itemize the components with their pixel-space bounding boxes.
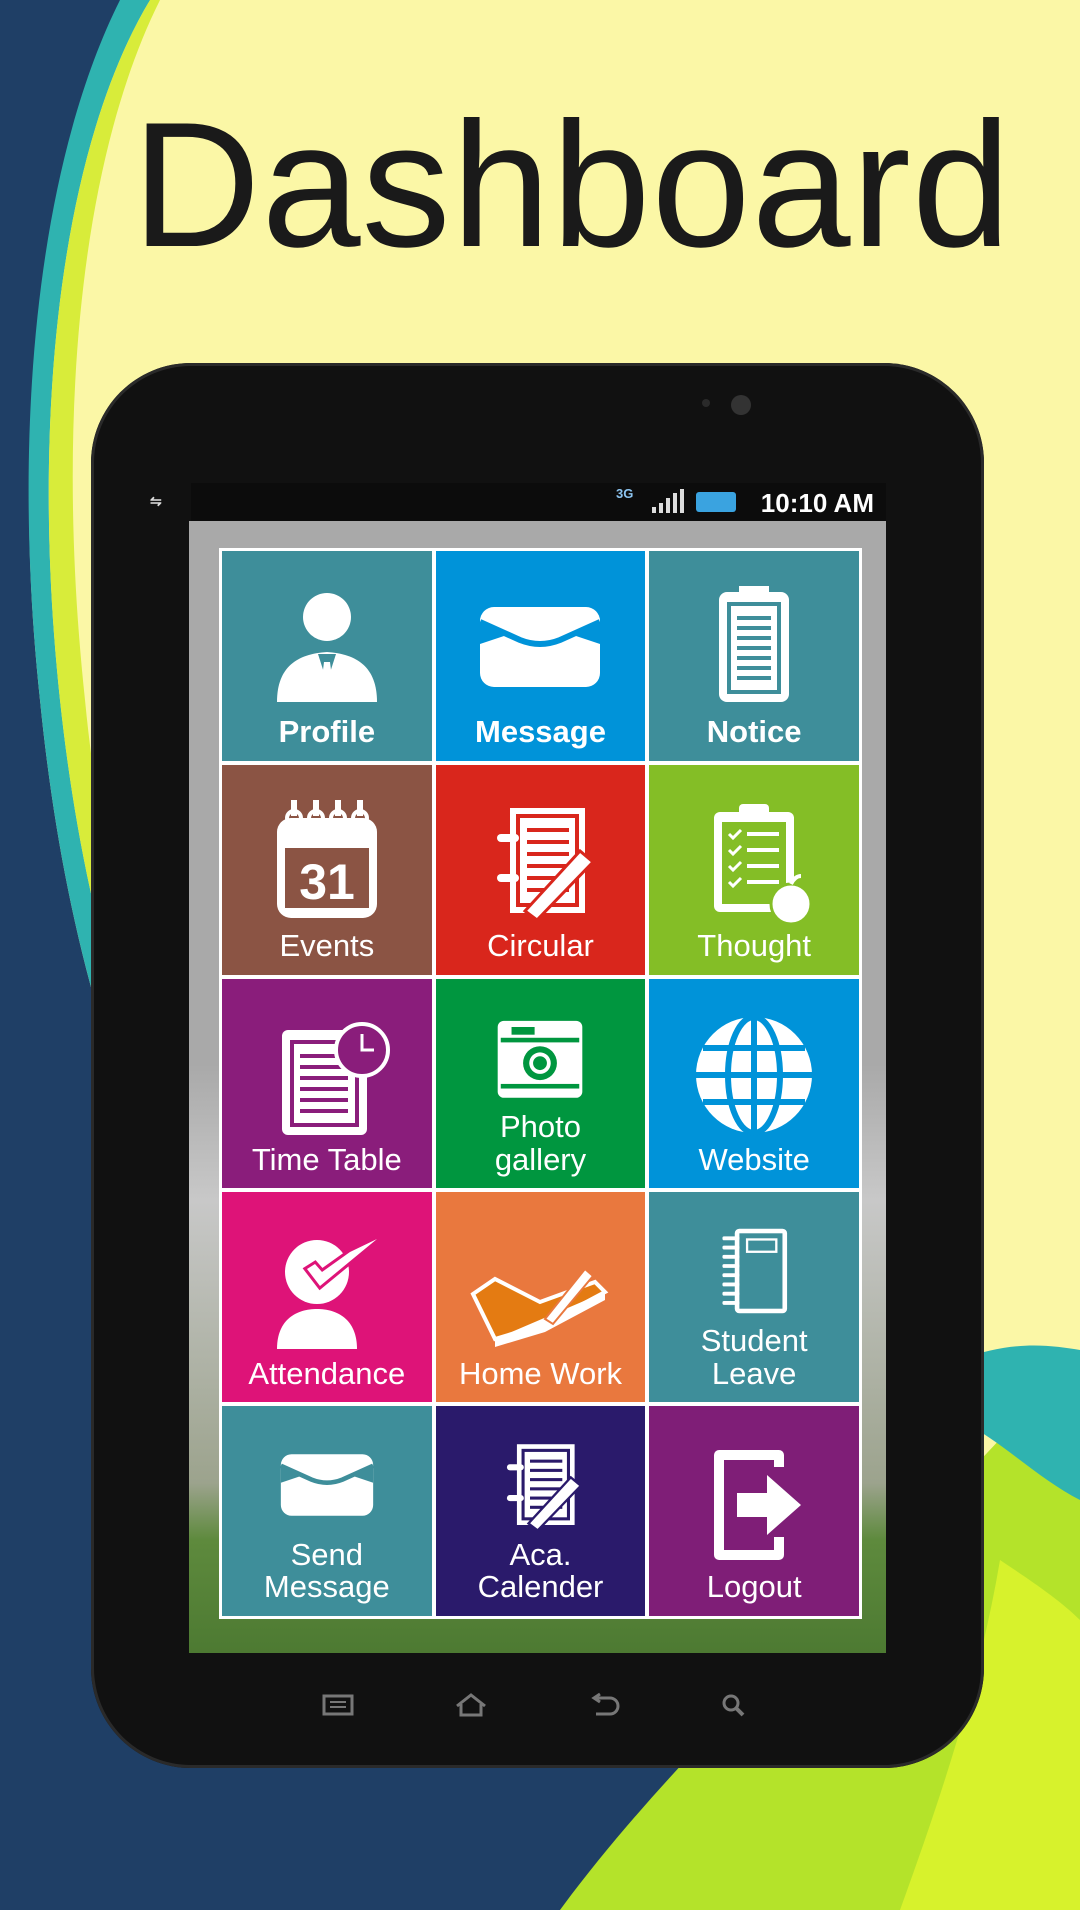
clipboard-icon: [719, 586, 790, 703]
logout-icon: [714, 1450, 802, 1561]
clock: 10:10 AM: [760, 488, 874, 518]
tile-label: Circular: [487, 928, 594, 964]
open-book-pen-icon: [470, 1267, 609, 1347]
status-bar: ⇋ 3G 10:10 AM: [150, 483, 886, 521]
tile-label: Photo gallery: [494, 1109, 587, 1177]
tile-circular[interactable]: Circular: [435, 764, 646, 975]
tile-label: Notice: [706, 714, 802, 750]
tile-label: Attendance: [248, 1355, 406, 1391]
calendar-icon: 31: [276, 800, 377, 919]
notebook-pen-icon: [497, 808, 596, 923]
tile-events[interactable]: 31 Events: [222, 764, 432, 975]
tile-attendance[interactable]: Attendance: [222, 1192, 432, 1403]
tile-label: Thought: [697, 928, 812, 964]
camera-lens: [731, 395, 751, 415]
tile-label: Send Message: [263, 1536, 390, 1605]
tile-thought[interactable]: Thought: [649, 764, 859, 975]
camera-icon: [498, 1021, 583, 1099]
tile-website[interactable]: Website: [649, 978, 859, 1189]
tile-send-message[interactable]: Send Message: [222, 1406, 432, 1616]
envelope-icon: [479, 607, 602, 688]
tile-label: Home Work: [458, 1355, 623, 1391]
spiral-notebook-icon: [722, 1228, 788, 1314]
svg-text:31: 31: [299, 854, 355, 910]
envelope-icon: [279, 1454, 374, 1516]
tile-time-table[interactable]: Time Table: [222, 978, 432, 1189]
tile-student-leave[interactable]: Student Leave: [649, 1192, 859, 1403]
home-button[interactable]: [453, 1692, 489, 1718]
tile-profile[interactable]: Profile: [222, 551, 432, 761]
tile-aca-calender[interactable]: Aca. Calender: [435, 1406, 646, 1616]
person-check-icon: [276, 1235, 379, 1349]
tile-label: Student Leave: [700, 1323, 808, 1391]
tile-label: Website: [698, 1141, 810, 1177]
network-icon: 3G: [616, 486, 634, 501]
signal-icon: [652, 489, 684, 513]
tile-label: Profile: [278, 714, 376, 750]
tile-logout[interactable]: Logout: [649, 1406, 859, 1616]
search-button[interactable]: [716, 1692, 752, 1718]
tile-label: Events: [279, 928, 375, 964]
tile-label: Logout: [706, 1569, 802, 1605]
menu-button[interactable]: [320, 1692, 356, 1718]
tile-home-work[interactable]: Home Work: [435, 1192, 646, 1403]
dashboard-grid: Profile Message Notice 31 Events Circular Thou…: [219, 548, 862, 1619]
tile-message[interactable]: Message: [435, 551, 646, 761]
schedule-clock-icon: [281, 1021, 390, 1135]
battery-icon: [696, 492, 736, 512]
tile-label: Aca. Calender: [477, 1536, 604, 1605]
tile-label: Time Table: [251, 1141, 402, 1177]
page-title: Dashboard: [132, 85, 1012, 284]
checklist-apple-icon: [714, 804, 813, 926]
globe-icon: [696, 1013, 813, 1136]
usb-icon: ⇋: [150, 493, 162, 509]
person-icon: [276, 593, 377, 703]
tile-notice[interactable]: Notice: [649, 551, 859, 761]
notebook-pen-icon: [507, 1444, 583, 1532]
back-button[interactable]: [586, 1692, 622, 1718]
tile-photo-gallery[interactable]: Photo gallery: [435, 978, 646, 1189]
tile-label: Message: [475, 714, 606, 750]
sensor: [702, 399, 710, 407]
